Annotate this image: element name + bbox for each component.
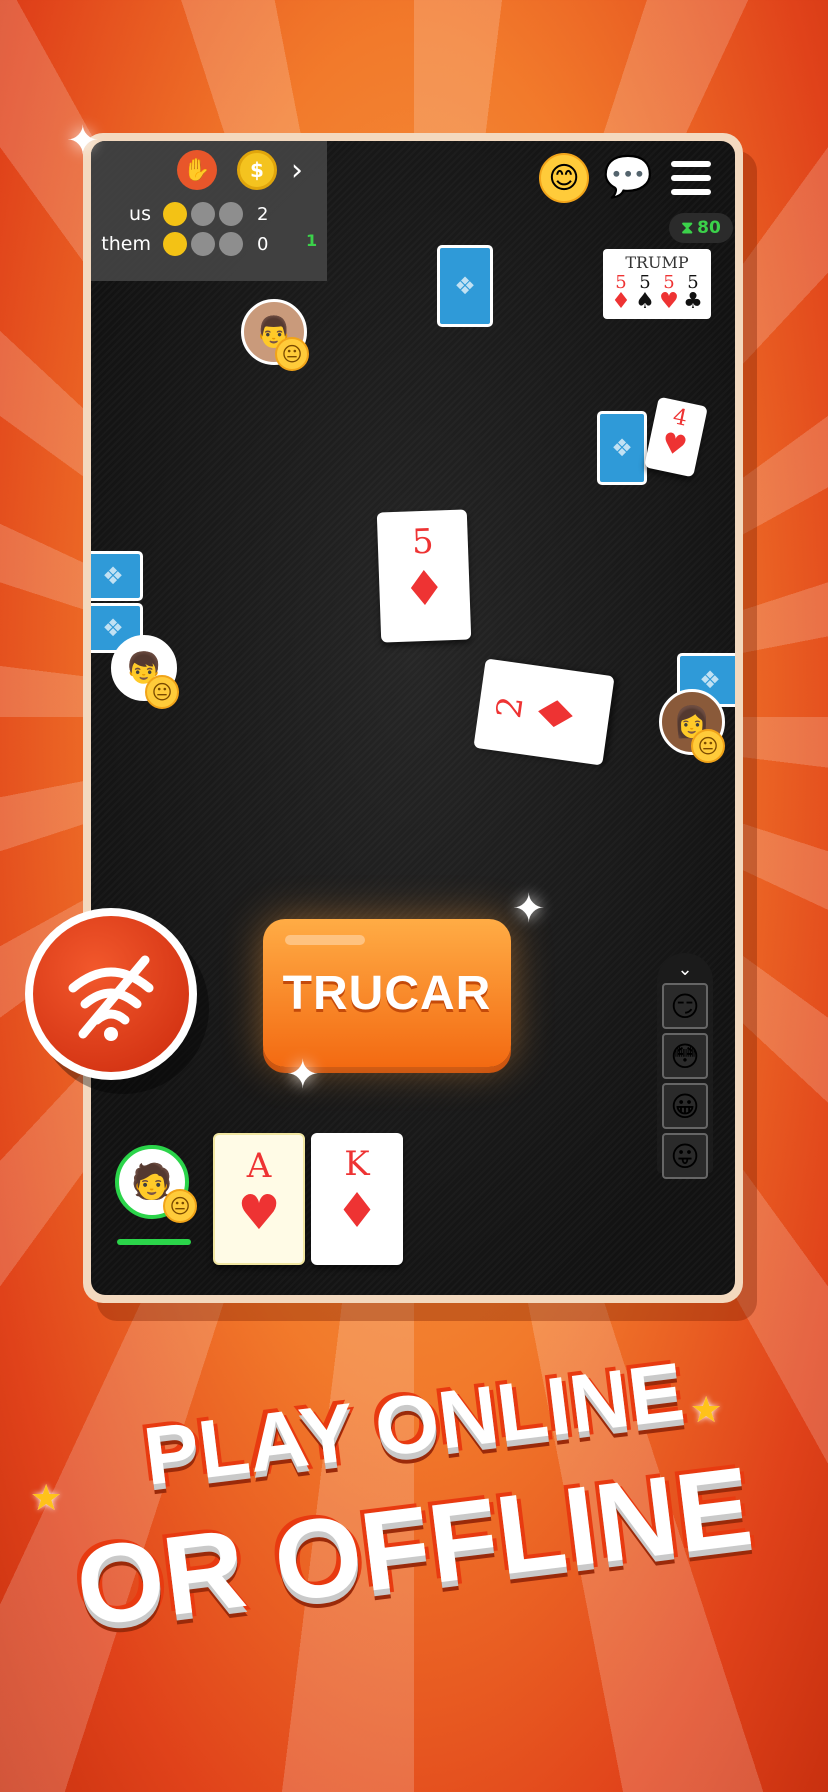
game-table: ✋ $ › us 2 them 0 1 😊 💬 ⧗ 80 TRUMP 5 5 5…	[91, 141, 735, 1295]
score-dot	[219, 232, 243, 256]
emoji-button[interactable]: 😊	[539, 153, 589, 203]
trucar-label: TRUCAR	[282, 966, 492, 1020]
emoji-option[interactable]: 😳	[662, 1033, 708, 1079]
score-dot	[163, 202, 187, 226]
score-panel: ✋ $ › us 2 them 0 1	[91, 141, 327, 281]
chevron-right-icon[interactable]: ›	[291, 153, 303, 188]
timer-value: 80	[697, 218, 721, 238]
emoji-option[interactable]: 😀	[662, 1083, 708, 1129]
heart-suit-icon: ♥	[237, 1185, 281, 1241]
score-dot	[191, 232, 215, 256]
trucar-button[interactable]: TRUCAR	[263, 919, 511, 1067]
turn-timer: ⧗ 80	[669, 213, 733, 243]
team-label: us	[129, 203, 151, 225]
team-points: 0	[257, 233, 269, 255]
played-card: 2 ♦	[473, 658, 615, 766]
chat-bubble-icon[interactable]: 💬	[603, 155, 653, 199]
score-row-them: them 0	[91, 229, 327, 259]
hand-card[interactable]: A ♥	[213, 1133, 305, 1265]
spade-suit-icon: ♠	[635, 289, 655, 314]
hourglass-icon: ⧗	[681, 218, 694, 238]
neutral-face-icon: 😐	[163, 1189, 197, 1223]
trump-card-panel: TRUMP 5 5 5 5 ♦ ♠ ♥ ♣	[603, 249, 711, 319]
diamond-suit-icon: ♦	[335, 1183, 379, 1239]
heart-suit-icon: ♥	[658, 425, 691, 464]
card-back: ❖	[91, 551, 143, 601]
neutral-face-icon: 😐	[691, 729, 725, 763]
sparkle-icon: ✦	[286, 1052, 320, 1098]
round-count: 1	[306, 231, 318, 250]
trump-title: TRUMP	[625, 253, 689, 272]
emoji-option[interactable]: 😏	[662, 983, 708, 1029]
offline-badge	[25, 908, 197, 1080]
emoji-tray: ⌄ 😏 😳 😀 😛	[657, 953, 713, 1179]
neutral-face-icon: 😐	[275, 337, 309, 371]
score-row-us: us 2	[91, 199, 327, 229]
heart-suit-icon: ♥	[659, 289, 679, 314]
hand-card[interactable]: K ♦	[311, 1133, 403, 1265]
team-label: them	[101, 233, 151, 255]
no-wifi-icon	[68, 955, 154, 1041]
diamond-suit-icon: ♦	[611, 289, 631, 314]
card-back: ❖	[437, 245, 493, 327]
card-back: ❖	[597, 411, 647, 485]
stop-hand-icon[interactable]: ✋	[177, 150, 217, 190]
phone-frame: ✋ $ › us 2 them 0 1 😊 💬 ⧗ 80 TRUMP 5 5 5…	[83, 133, 743, 1303]
sparkle-icon: ✦	[66, 118, 100, 164]
emoji-option[interactable]: 😛	[662, 1133, 708, 1179]
score-dot	[191, 202, 215, 226]
diamond-suit-icon: ♦	[526, 688, 588, 740]
diamond-suit-icon: ♦	[401, 560, 447, 618]
team-points: 2	[257, 203, 269, 225]
played-card: 5 ♦	[376, 509, 472, 643]
club-suit-icon: ♣	[683, 289, 703, 314]
score-dot	[163, 232, 187, 256]
neutral-face-icon: 😐	[145, 675, 179, 709]
coin-icon[interactable]: $	[237, 150, 277, 190]
sparkle-icon: ✦	[512, 886, 546, 932]
played-card: 4 ♥	[644, 396, 708, 478]
score-dot	[219, 202, 243, 226]
chevron-down-icon[interactable]: ⌄	[657, 959, 713, 980]
turn-progress-bar	[117, 1239, 191, 1245]
menu-icon[interactable]	[671, 161, 711, 195]
